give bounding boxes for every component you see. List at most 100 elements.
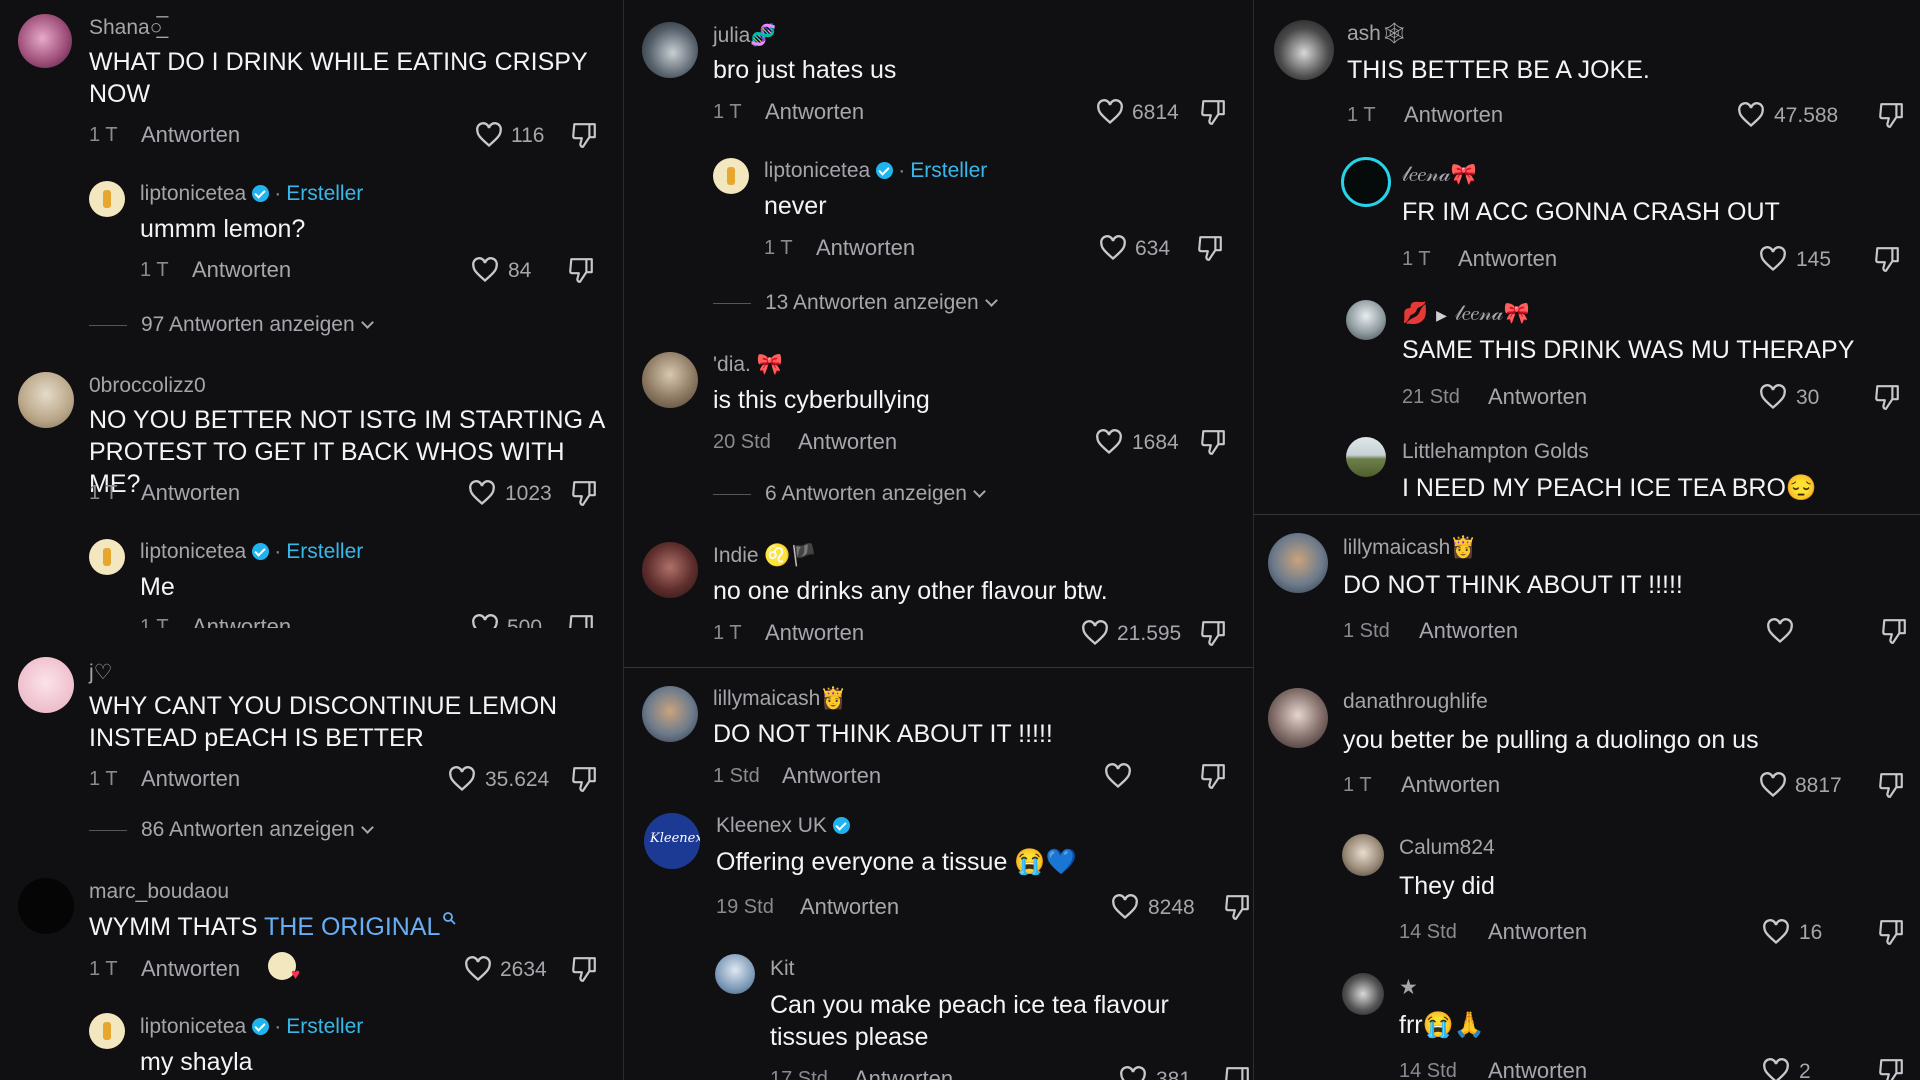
reply-button[interactable]: Antworten	[1488, 1058, 1587, 1080]
heart-icon[interactable]	[1111, 894, 1139, 920]
heart-icon[interactable]	[1737, 102, 1765, 128]
reply-username[interactable]: liptonicetea · Ersteller	[140, 182, 363, 206]
view-replies-button[interactable]: 86 Antworten anzeigen	[89, 818, 374, 842]
avatar[interactable]	[18, 878, 74, 934]
heart-icon[interactable]	[1759, 772, 1787, 798]
avatar[interactable]	[1341, 157, 1391, 207]
comment-username[interactable]: danathroughlife	[1343, 690, 1488, 714]
reply-button[interactable]: Antworten	[1488, 384, 1587, 410]
comment-username[interactable]: lillymaicash👸	[1343, 536, 1477, 560]
reply-username[interactable]: 💋 ▶ 𝓁𝑒𝑒𝓃𝒶🎀	[1402, 302, 1530, 326]
reply-button[interactable]: Antworten	[141, 766, 240, 792]
heart-icon[interactable]	[1096, 99, 1124, 125]
thumb-down-icon[interactable]	[568, 256, 594, 284]
reply-button[interactable]: Antworten	[192, 257, 291, 283]
creator-avatar[interactable]	[89, 539, 125, 575]
heart-icon[interactable]	[471, 257, 499, 283]
heart-icon[interactable]	[1099, 235, 1127, 261]
view-replies-button[interactable]: 97 Antworten anzeigen	[89, 313, 374, 337]
comment-username[interactable]: Shana○̲̅	[89, 16, 162, 40]
comment-username[interactable]: ash🕸	[1347, 22, 1408, 46]
reply-button[interactable]: Antworten	[800, 894, 899, 920]
heart-icon[interactable]	[1759, 384, 1787, 410]
thumb-down-icon[interactable]	[1200, 762, 1226, 790]
avatar[interactable]	[18, 14, 72, 68]
reply-username[interactable]: 𝓁𝑒𝑒𝓃𝒶🎀	[1402, 163, 1477, 187]
reply-username[interactable]: liptonicetea · Ersteller	[140, 1015, 363, 1039]
reply-button[interactable]: Antworten	[1488, 919, 1587, 945]
heart-icon[interactable]	[1081, 620, 1109, 646]
reply-button[interactable]: Antworten	[1401, 772, 1500, 798]
heart-icon[interactable]	[1762, 919, 1790, 945]
reply-username[interactable]: liptonicetea · Ersteller	[140, 540, 363, 564]
reply-button[interactable]: Antworten	[816, 235, 915, 261]
comment-username[interactable]: julia🧬	[713, 24, 777, 48]
thumb-down-icon[interactable]	[571, 479, 597, 507]
reply-button[interactable]: Antworten	[1404, 102, 1503, 128]
creator-avatar[interactable]	[89, 181, 125, 217]
heart-icon[interactable]	[475, 122, 503, 148]
reply-button[interactable]: Antworten	[1458, 246, 1557, 272]
search-link[interactable]: THE ORIGINAL	[264, 913, 440, 941]
reply-username[interactable]: Calum824	[1399, 836, 1495, 860]
heart-icon[interactable]	[1119, 1066, 1147, 1080]
avatar[interactable]	[18, 657, 74, 713]
comment-username[interactable]: Kleenex UK	[716, 814, 850, 838]
thumb-down-icon[interactable]	[1224, 1065, 1250, 1080]
reply-button[interactable]: Antworten	[141, 956, 240, 982]
avatar[interactable]	[1274, 20, 1334, 80]
thumb-down-icon[interactable]	[1200, 428, 1226, 456]
thumb-down-icon[interactable]	[568, 613, 594, 628]
thumb-down-icon[interactable]	[1224, 893, 1250, 921]
thumb-down-icon[interactable]	[1878, 1057, 1904, 1080]
avatar[interactable]	[715, 954, 755, 994]
heart-icon[interactable]	[1766, 618, 1794, 644]
reply-button[interactable]: Antworten	[765, 99, 864, 125]
thumb-down-icon[interactable]	[1874, 383, 1900, 411]
heart-icon[interactable]	[464, 956, 492, 982]
reply-button[interactable]: Antworten	[782, 763, 881, 789]
heart-icon[interactable]	[468, 480, 496, 506]
thumb-down-icon[interactable]	[1878, 918, 1904, 946]
comment-username[interactable]: 0broccolizz0	[89, 374, 206, 398]
view-replies-button[interactable]: 6 Antworten anzeigen	[713, 482, 986, 506]
heart-icon[interactable]	[1762, 1058, 1790, 1080]
reply-button[interactable]: Antworten	[192, 614, 291, 628]
reply-button[interactable]: Antworten	[798, 429, 897, 455]
view-replies-button[interactable]: 13 Antworten anzeigen	[713, 291, 998, 315]
avatar[interactable]	[1342, 973, 1384, 1015]
avatar[interactable]	[1268, 533, 1328, 593]
thumb-down-icon[interactable]	[1200, 98, 1226, 126]
reply-button[interactable]: Antworten	[141, 480, 240, 506]
comment-username[interactable]: j♡	[89, 660, 113, 685]
thumb-down-icon[interactable]	[1874, 245, 1900, 273]
thumb-down-icon[interactable]	[571, 765, 597, 793]
reply-button[interactable]: Antworten	[141, 122, 240, 148]
comment-username[interactable]: marc_boudaou	[89, 880, 229, 904]
avatar[interactable]	[642, 686, 698, 742]
avatar[interactable]	[642, 352, 698, 408]
thumb-down-icon[interactable]	[571, 955, 597, 983]
heart-icon[interactable]	[448, 766, 476, 792]
thumb-down-icon[interactable]	[571, 121, 597, 149]
avatar[interactable]	[642, 22, 698, 78]
thumb-down-icon[interactable]	[1197, 234, 1223, 262]
avatar[interactable]	[18, 372, 74, 428]
heart-icon[interactable]	[1104, 763, 1132, 789]
creator-avatar[interactable]	[713, 158, 749, 194]
heart-icon[interactable]	[471, 614, 499, 628]
thumb-down-icon[interactable]	[1878, 771, 1904, 799]
thumb-down-icon[interactable]	[1881, 617, 1907, 645]
avatar[interactable]	[1346, 300, 1386, 340]
thumb-down-icon[interactable]	[1878, 101, 1904, 129]
reply-button[interactable]: Antworten	[765, 620, 864, 646]
avatar[interactable]	[1268, 688, 1328, 748]
comment-username[interactable]: 'dia. 🎀	[713, 353, 783, 377]
reply-username[interactable]: Kit	[770, 957, 795, 981]
creator-avatar[interactable]	[89, 1013, 125, 1049]
reply-username[interactable]: Littlehampton Golds	[1402, 440, 1589, 464]
thumb-down-icon[interactable]	[1200, 619, 1226, 647]
reply-button[interactable]: Antworten	[854, 1066, 953, 1080]
reply-username[interactable]: ★	[1399, 975, 1418, 1000]
comment-username[interactable]: lillymaicash👸	[713, 687, 847, 711]
